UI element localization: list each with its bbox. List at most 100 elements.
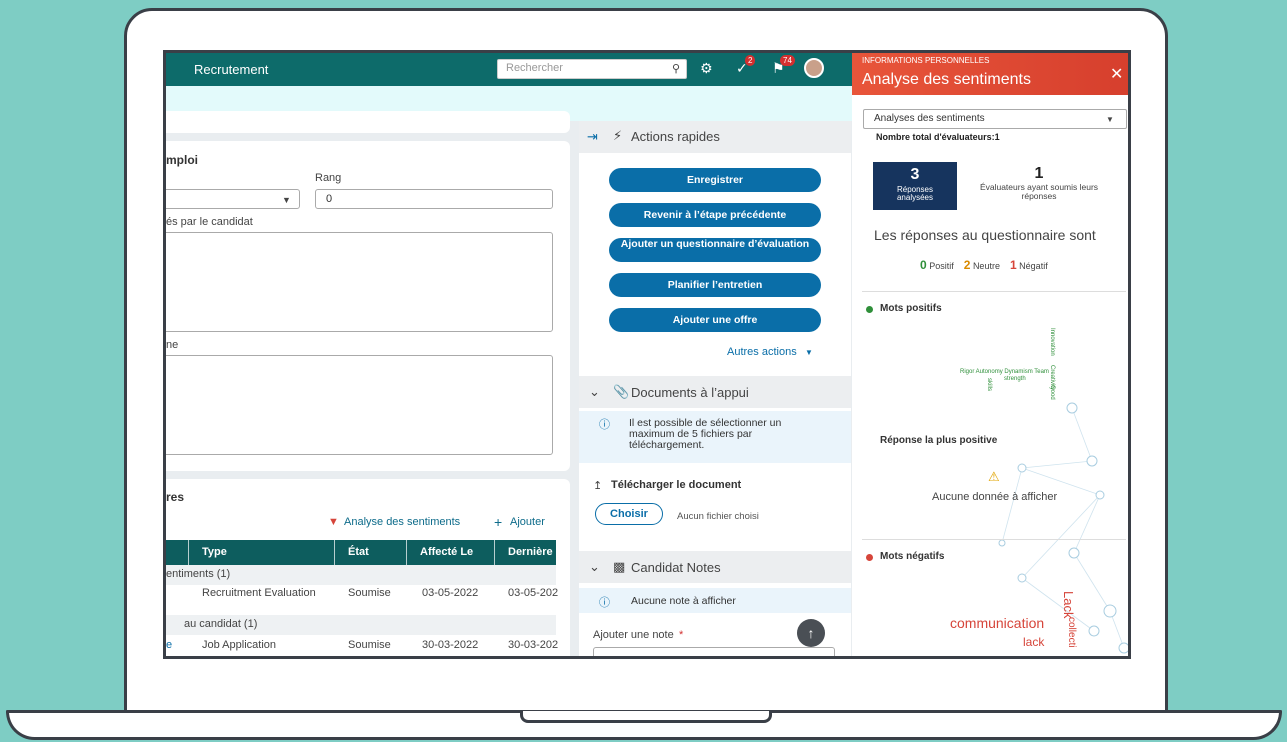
positive-word: Innovation (1049, 328, 1055, 356)
info-icon: ⓘ (599, 597, 610, 609)
documents-info: ⓘ Il est possible de sélectionner un max… (579, 411, 851, 463)
group-label: entiments (1) (166, 568, 231, 580)
sentiment-link[interactable]: Analyse des sentiments (344, 516, 460, 528)
row-assigned: 03-05-2022 (422, 587, 479, 599)
notes-header[interactable]: ⌄ ▩ Candidat Notes (579, 551, 851, 583)
row-assigned: 30-03-2022 (422, 639, 479, 651)
documents-title: Documents à l’appui (631, 385, 749, 400)
choose-file-button[interactable]: Choisir (595, 503, 663, 525)
sentiment-counts: 0 Positif 2 Neutre 1 Négatif (920, 258, 1048, 272)
rank-label: Rang (315, 172, 342, 184)
column-divider (188, 540, 189, 565)
chevron-down-icon: ▼ (805, 348, 813, 357)
top-bar: Recrutement Rechercher ⚲ ⚙ ✓ 2 ⚑ 74 (166, 53, 852, 86)
negative-word: Lack (1061, 591, 1076, 619)
required-mark: * (679, 629, 684, 641)
chevron-down-icon: ▼ (282, 195, 291, 205)
top-card (166, 111, 570, 133)
negative-word: lack (1023, 635, 1045, 649)
app-screen: Recrutement Rechercher ⚲ ⚙ ✓ 2 ⚑ 74 mplo… (163, 50, 1131, 659)
responses-label: Réponses analysées (896, 185, 934, 202)
responses-count: 3 (910, 166, 920, 183)
schedule-interview-button[interactable]: Planifier l’entretien (609, 273, 821, 297)
add-questionnaire-button[interactable]: Ajouter un questionnaire d’évaluation (609, 238, 821, 262)
row-type: Recruitment Evaluation (202, 587, 316, 599)
add-offer-button[interactable]: Ajouter une offre (609, 308, 821, 332)
documents-info-text: Il est possible de sélectionner un maxim… (629, 417, 782, 451)
note-icon: ▩ (613, 559, 626, 574)
candidate-label: és par le candidat (166, 216, 253, 228)
group-row: entiments (1) (166, 565, 556, 585)
upload-label: Télécharger le document (611, 479, 742, 491)
chevron-down-icon: ⌄ (589, 559, 600, 574)
rank-input[interactable]: 0 (315, 189, 553, 209)
row-link-marker[interactable]: e (166, 639, 172, 651)
notes-empty-text: Aucune note à afficher (631, 595, 736, 607)
scroll-top-button[interactable]: ↑ (797, 619, 825, 647)
job-card: mploi ▼ Rang 0 és par le candidat ne (166, 141, 570, 471)
positive-words-title: Mots positifs (880, 303, 942, 314)
chevron-down-icon: ▼ (1106, 115, 1114, 124)
negative-count: 1 (1009, 258, 1017, 272)
analysis-select[interactable]: Analyses des sentiments (863, 109, 1127, 129)
warning-icon: ⚠ (988, 469, 1000, 484)
panel-title: Analyse des sentiments (862, 71, 1031, 88)
divider (862, 539, 1126, 540)
notification-badge: 74 (780, 55, 795, 66)
column-divider (406, 540, 407, 565)
row-state: Soumise (348, 639, 391, 651)
other-label: ne (166, 339, 179, 351)
help-icon[interactable]: ⚙ (700, 60, 713, 77)
column-divider (494, 540, 495, 565)
search-input[interactable]: Rechercher (497, 59, 687, 79)
positive-word: Rigor Autonomy Dynamism Team (960, 369, 1049, 375)
row-last: 03-05-202 (508, 587, 559, 599)
divider (862, 291, 1126, 292)
evaluators-stat: 1 Évaluateurs ayant soumis leurs réponse… (964, 165, 1114, 201)
avatar[interactable] (804, 58, 824, 78)
quick-actions-title: Actions rapides (631, 129, 720, 144)
negative-dot-icon (866, 554, 873, 561)
collapse-icon[interactable]: ⇥ (587, 129, 598, 145)
negative-label: Négatif (1019, 261, 1048, 271)
neutral-count: 2 (963, 258, 971, 272)
group-label: au candidat (1) (184, 618, 258, 630)
positive-word: skills (986, 378, 992, 391)
column-state[interactable]: État (348, 546, 369, 558)
info-icon: ⓘ (599, 419, 610, 431)
most-positive-title: Réponse la plus positive (880, 435, 998, 446)
column-type[interactable]: Type (202, 546, 227, 558)
add-link[interactable]: Ajouter (510, 516, 545, 528)
previous-step-button[interactable]: Revenir à l’étape précédente (609, 203, 821, 227)
group-row: au candidat (1) (166, 615, 556, 635)
other-textarea[interactable] (166, 355, 553, 455)
more-actions-link[interactable]: Autres actions (727, 346, 797, 358)
positive-count: 0 (920, 258, 927, 272)
app-title: Recrutement (194, 62, 269, 77)
total-evaluators: Nombre total d'évaluateurs:1 (876, 132, 1000, 142)
row-type: Job Application (202, 639, 276, 651)
column-last[interactable]: Dernière (508, 546, 553, 558)
row-last: 30-03-202 (508, 639, 559, 651)
evaluators-count: 1 (1034, 165, 1044, 182)
add-icon: + (494, 514, 503, 530)
summary-title: Les réponses au questionnaire sont (874, 227, 1096, 243)
laptop-notch (520, 711, 772, 723)
lightning-icon: ⚡ (613, 128, 623, 143)
save-button[interactable]: Enregistrer (609, 168, 821, 192)
type-select[interactable] (166, 189, 300, 209)
documents-header[interactable]: ⌄ 📎 Documents à l’appui (579, 376, 851, 408)
positive-label: Positif (929, 261, 954, 271)
notes-info: ⓘ Aucune note à afficher (579, 588, 851, 613)
negative-word: collecti (1066, 617, 1077, 648)
quick-actions-header: ⇥ ⚡ Actions rapides (579, 121, 851, 153)
column-assigned[interactable]: Affecté Le (420, 546, 473, 558)
paperclip-icon: 📎 (613, 384, 630, 399)
add-note-input[interactable] (593, 647, 835, 656)
section-title: mploi (166, 153, 198, 167)
negative-words-title: Mots négatifs (880, 551, 945, 562)
candidate-textarea[interactable] (166, 232, 553, 332)
table-header: Type État Affecté Le Dernière (166, 540, 556, 565)
add-note-label: Ajouter une note (593, 629, 674, 641)
close-icon[interactable]: ✕ (1110, 64, 1123, 84)
